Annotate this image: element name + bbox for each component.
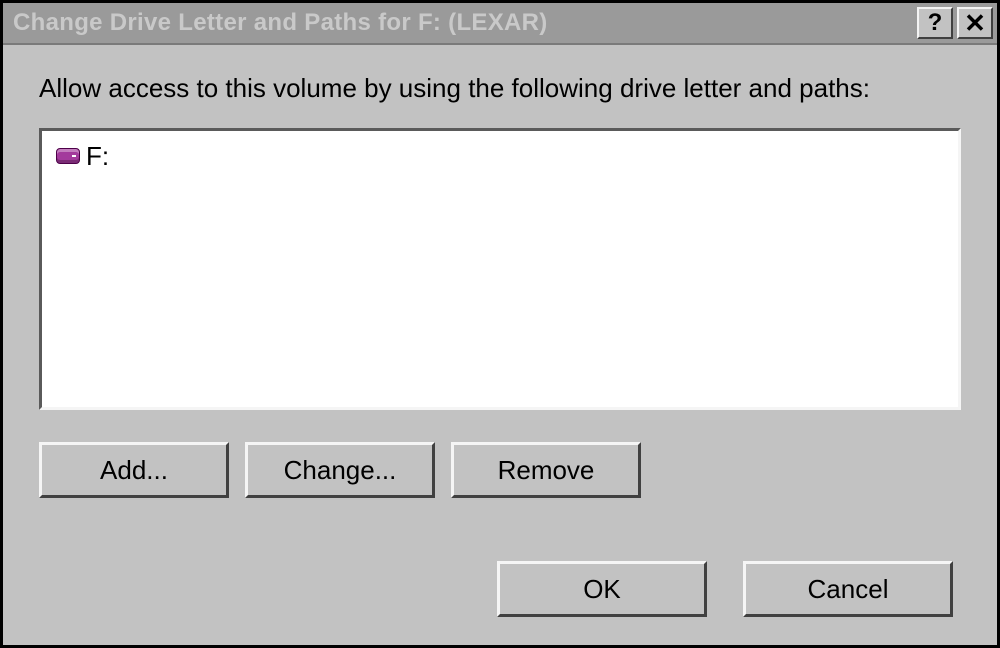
- ok-button[interactable]: OK: [497, 561, 707, 617]
- dialog-button-row: OK Cancel: [39, 561, 961, 617]
- remove-button-label: Remove: [498, 455, 595, 486]
- close-icon: ✕: [964, 10, 986, 36]
- list-item-label: F:: [86, 141, 109, 172]
- instruction-text: Allow access to this volume by using the…: [39, 73, 961, 104]
- titlebar-buttons: ? ✕: [917, 7, 993, 39]
- titlebar: Change Drive Letter and Paths for F: (LE…: [3, 3, 997, 45]
- change-button-label: Change...: [284, 455, 397, 486]
- drive-icon: [56, 148, 80, 164]
- close-button[interactable]: ✕: [957, 7, 993, 39]
- cancel-button[interactable]: Cancel: [743, 561, 953, 617]
- client-area: Allow access to this volume by using the…: [3, 45, 997, 645]
- ok-button-label: OK: [583, 574, 621, 605]
- action-button-row: Add... Change... Remove: [39, 442, 961, 498]
- add-button[interactable]: Add...: [39, 442, 229, 498]
- help-icon: ?: [928, 11, 943, 35]
- cancel-button-label: Cancel: [808, 574, 889, 605]
- change-button[interactable]: Change...: [245, 442, 435, 498]
- drive-paths-listbox[interactable]: F:: [39, 128, 961, 410]
- dialog-window: Change Drive Letter and Paths for F: (LE…: [0, 0, 1000, 648]
- help-button[interactable]: ?: [917, 7, 953, 39]
- remove-button[interactable]: Remove: [451, 442, 641, 498]
- add-button-label: Add...: [100, 455, 168, 486]
- list-item[interactable]: F:: [56, 141, 944, 171]
- window-title: Change Drive Letter and Paths for F: (LE…: [13, 9, 917, 37]
